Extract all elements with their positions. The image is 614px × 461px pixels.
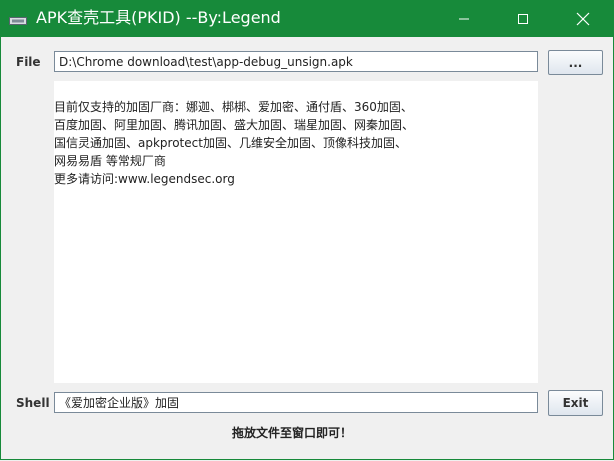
browse-button[interactable]: ... — [548, 50, 603, 75]
maximize-button[interactable] — [500, 0, 546, 37]
window-title: APK查壳工具(PKID) --By:Legend — [36, 8, 281, 27]
minimize-icon — [459, 18, 469, 19]
exit-button[interactable]: Exit — [548, 390, 603, 416]
file-path-field[interactable]: D:\Chrome download\test\app-debug_unsign… — [54, 51, 538, 72]
app-icon — [9, 12, 27, 25]
drop-hint: 拖放文件至窗口即可！ — [231, 426, 352, 440]
close-icon — [576, 12, 590, 25]
info-line: 目前仅支持的加固厂商：娜迦、梆梆、爱加密、通付盾、360加固、 — [54, 100, 413, 114]
file-label: File — [16, 55, 41, 69]
title-bar[interactable]: APK查壳工具(PKID) --By:Legend — [0, 0, 614, 37]
info-line: 网易易盾 等常规厂商 — [54, 154, 166, 168]
info-line: 百度加固、阿里加固、腾讯加固、盛大加固、瑞星加固、网秦加固、 — [54, 118, 415, 132]
shell-label: Shell — [16, 396, 50, 410]
maximize-icon — [518, 13, 528, 24]
shell-result-field[interactable]: 《爱加密企业版》加固 — [54, 392, 538, 413]
info-line: 国信灵通加固、apkprotect加固、几维安全加固、顶像科技加固、 — [54, 136, 407, 150]
close-button[interactable] — [560, 0, 606, 37]
info-text-area[interactable]: 目前仅支持的加固厂商：娜迦、梆梆、爱加密、通付盾、360加固、 百度加固、阿里加… — [54, 81, 538, 383]
info-line: 更多请访问:www.legendsec.org — [54, 172, 235, 186]
minimize-button[interactable] — [441, 0, 487, 37]
